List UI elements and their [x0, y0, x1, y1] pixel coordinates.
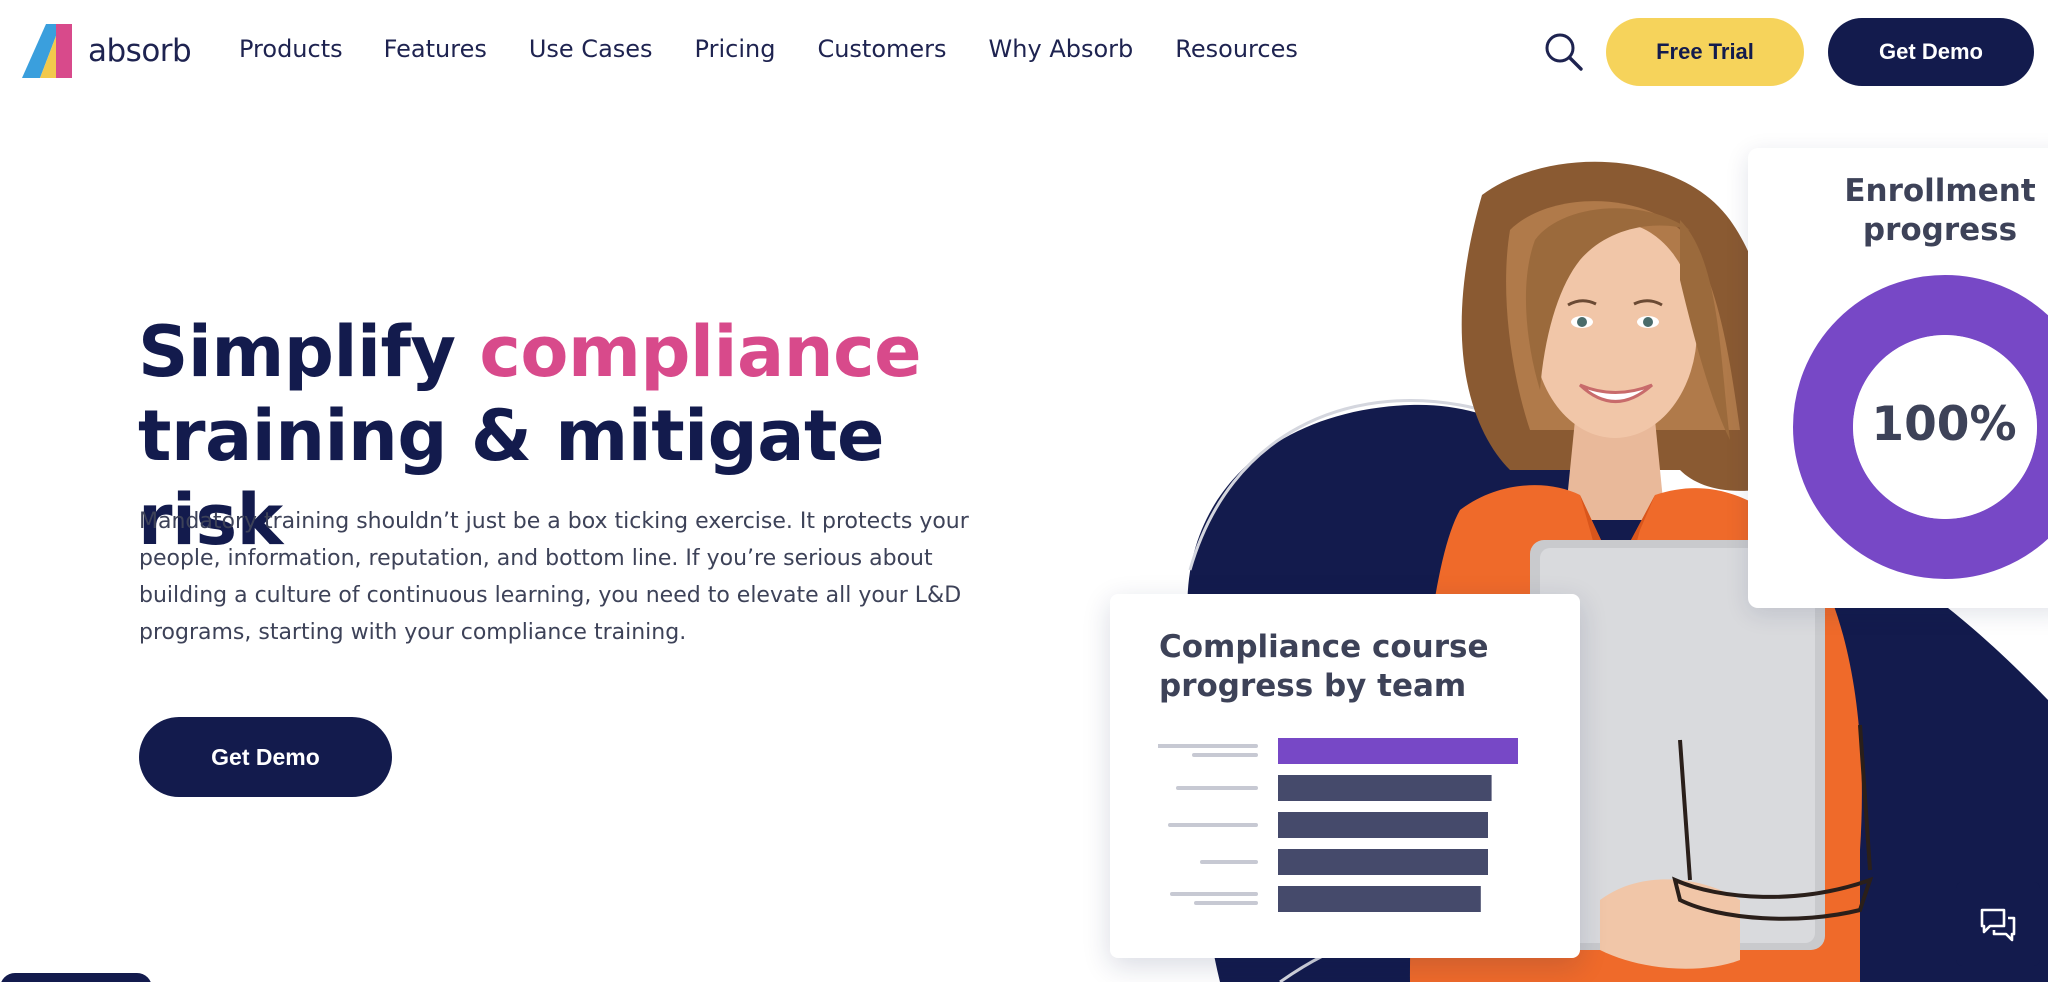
enrollment-percentage: 100% [1871, 397, 2017, 452]
hero-description: Mandatory training shouldn’t just be a b… [139, 509, 969, 645]
team-label-line [1194, 901, 1258, 905]
site-header: absorb Products Features Use Cases Prici… [0, 0, 2048, 100]
team-label-line [1168, 823, 1258, 827]
headline-part-1: Simplify [138, 311, 480, 393]
course-progress-title: Compliance course progress by team [1159, 629, 1489, 704]
team-progress-bar [1278, 849, 1488, 875]
chat-bubbles-icon [1980, 908, 2016, 942]
partial-banner-pill [0, 973, 152, 982]
absorb-logo-icon [22, 24, 72, 78]
nav-why-absorb[interactable]: Why Absorb [989, 28, 1134, 70]
team-label-line [1200, 860, 1258, 864]
nav-use-cases[interactable]: Use Cases [529, 28, 653, 70]
search-button[interactable] [1543, 31, 1585, 73]
free-trial-button[interactable]: Free Trial [1606, 18, 1804, 86]
get-demo-header-button[interactable]: Get Demo [1828, 18, 2034, 86]
headline-accent: compliance [479, 311, 922, 393]
brand-wordmark: absorb [88, 33, 192, 69]
team-label-line [1192, 753, 1258, 757]
nav-resources[interactable]: Resources [1175, 28, 1298, 70]
nav-features[interactable]: Features [384, 28, 487, 70]
team-label-line [1170, 892, 1258, 896]
chat-button[interactable] [1956, 882, 2040, 966]
nav-products[interactable]: Products [239, 28, 343, 70]
get-demo-hero-button[interactable]: Get Demo [139, 717, 392, 797]
team-progress-bar [1278, 812, 1488, 838]
nav-customers[interactable]: Customers [817, 28, 946, 70]
team-label-line [1176, 786, 1258, 790]
course-progress-bars [1158, 738, 1518, 912]
main-nav: Products Features Use Cases Pricing Cust… [239, 28, 1340, 70]
search-icon [1545, 33, 1583, 71]
brand-logo-link[interactable]: absorb [22, 24, 192, 78]
team-label-line [1158, 744, 1258, 748]
team-progress-bar [1278, 738, 1518, 764]
team-progress-bar [1278, 886, 1481, 912]
nav-pricing[interactable]: Pricing [695, 28, 776, 70]
enrollment-title: Enrollment progress [1844, 173, 2036, 248]
team-progress-bar [1278, 775, 1492, 801]
